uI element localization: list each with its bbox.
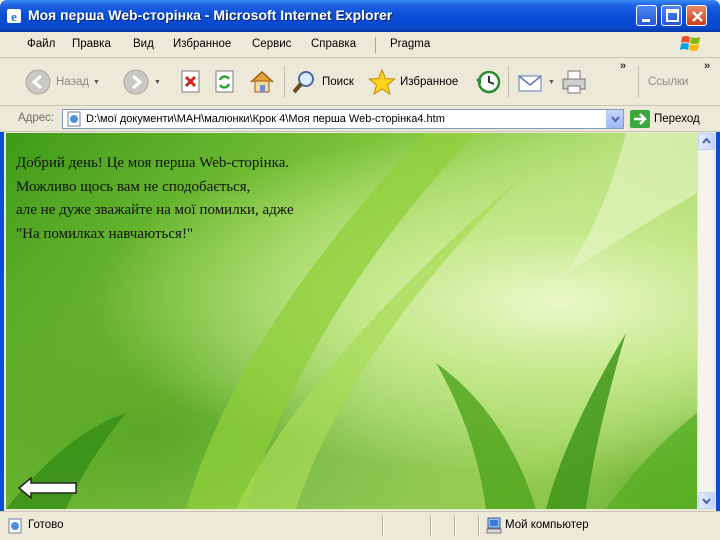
window-title: Моя перша Web-сторінка - Microsoft Inter… — [28, 7, 393, 23]
forward-button[interactable]: ▼ — [122, 66, 161, 98]
favorites-label: Избранное — [400, 76, 459, 88]
mail-button[interactable]: ▼ — [516, 66, 555, 98]
text-line: Добрий день! Це моя перша Web-сторінка. — [16, 155, 290, 171]
go-label: Переход — [654, 113, 700, 125]
close-icon — [692, 11, 703, 22]
go-arrow-icon — [630, 110, 650, 128]
status-divider — [382, 515, 384, 536]
menu-bar: Файл Правка Вид Избранное Сервис Справка… — [0, 32, 720, 58]
address-bar: Адрес: D:\мої документи\МАН\малюнки\Крок… — [0, 106, 720, 132]
minimize-button[interactable] — [636, 5, 657, 26]
address-value: D:\мої документи\МАН\малюнки\Крок 4\Моя … — [86, 113, 445, 125]
windows-logo-icon — [680, 36, 700, 51]
my-computer-icon — [486, 517, 502, 534]
page-content[interactable]: Добрий день! Це моя перша Web-сторінка. … — [6, 133, 697, 509]
menu-tools[interactable]: Сервис — [252, 38, 291, 50]
page-text: Добрий день! Це моя перша Web-сторінка. … — [16, 152, 294, 246]
status-text: Готово — [28, 519, 64, 531]
history-button[interactable] — [474, 66, 502, 98]
status-divider — [478, 515, 480, 536]
security-zone-label: Мой компьютер — [505, 519, 589, 531]
toolbar-chevron[interactable]: » — [620, 60, 626, 72]
history-icon — [476, 70, 501, 94]
title-bar[interactable]: e Моя перша Web-сторінка - Microsoft Int… — [0, 0, 720, 32]
mail-dropdown-icon[interactable]: ▼ — [548, 79, 555, 86]
menu-help[interactable]: Справка — [311, 38, 356, 50]
maximize-button[interactable] — [661, 5, 682, 26]
stop-icon — [181, 70, 200, 93]
vertical-scrollbar[interactable] — [697, 133, 715, 509]
star-icon — [368, 68, 396, 96]
refresh-icon — [215, 70, 234, 93]
chevron-up-icon — [702, 137, 711, 144]
home-button[interactable] — [248, 66, 276, 98]
forward-dropdown-icon[interactable]: ▼ — [154, 79, 161, 86]
favorites-button[interactable]: Избранное — [368, 66, 458, 98]
go-button[interactable]: Переход — [630, 110, 700, 128]
menu-edit[interactable]: Правка — [72, 38, 111, 50]
back-label: Назад — [56, 76, 89, 88]
print-button[interactable] — [560, 66, 588, 98]
minimize-icon — [642, 19, 650, 22]
back-dropdown-icon[interactable]: ▼ — [93, 79, 100, 86]
menu-view[interactable]: Вид — [133, 38, 154, 50]
scroll-down-button[interactable] — [698, 492, 715, 509]
toolbar-separator — [284, 66, 285, 98]
forward-arrow-icon — [123, 69, 149, 95]
menu-favorites[interactable]: Избранное — [173, 38, 231, 50]
standard-toolbar: Назад ▼ ▼ Поиск Избранное ▼ » Ссылки » — [0, 58, 720, 106]
scroll-up-button[interactable] — [698, 133, 715, 150]
back-arrow-link-icon[interactable] — [18, 477, 78, 499]
stop-button[interactable] — [180, 66, 202, 98]
refresh-button[interactable] — [214, 66, 236, 98]
chevron-down-icon — [611, 116, 620, 123]
home-icon — [250, 70, 274, 93]
maximize-icon — [666, 9, 679, 22]
text-line: "На помилках навчаються!" — [16, 225, 194, 242]
close-button[interactable] — [686, 5, 707, 26]
text-line: Можливо щось вам не сподобається, — [16, 178, 251, 195]
chevron-down-icon — [702, 498, 711, 505]
menu-file[interactable]: Файл — [27, 38, 55, 50]
search-button[interactable]: Поиск — [290, 66, 354, 98]
svg-text:e: e — [11, 9, 17, 24]
search-icon — [292, 71, 314, 94]
links-label[interactable]: Ссылки — [648, 76, 689, 88]
menu-pragma[interactable]: Pragma — [390, 38, 430, 50]
text-line: але не дуже зважайте на мої помилки, адж… — [16, 202, 294, 218]
menu-separator — [375, 37, 376, 53]
status-divider — [454, 515, 456, 536]
back-button[interactable]: Назад ▼ — [24, 66, 100, 98]
toolbar-separator — [508, 66, 509, 98]
internet-explorer-icon: e — [7, 9, 21, 24]
mail-icon — [518, 75, 542, 92]
status-bar: Готово Мой компьютер — [0, 511, 720, 540]
address-dropdown-button[interactable] — [606, 110, 623, 128]
toolbar-separator — [638, 66, 639, 98]
status-divider — [430, 515, 432, 536]
printer-icon — [562, 70, 586, 94]
back-arrow-icon — [25, 69, 51, 95]
page-done-icon — [8, 518, 22, 534]
links-chevron[interactable]: » — [704, 60, 710, 72]
address-label: Адрес: — [18, 112, 55, 124]
search-label: Поиск — [322, 76, 354, 88]
page-icon — [67, 111, 81, 127]
address-input[interactable]: D:\мої документи\МАН\малюнки\Крок 4\Моя … — [62, 109, 624, 129]
